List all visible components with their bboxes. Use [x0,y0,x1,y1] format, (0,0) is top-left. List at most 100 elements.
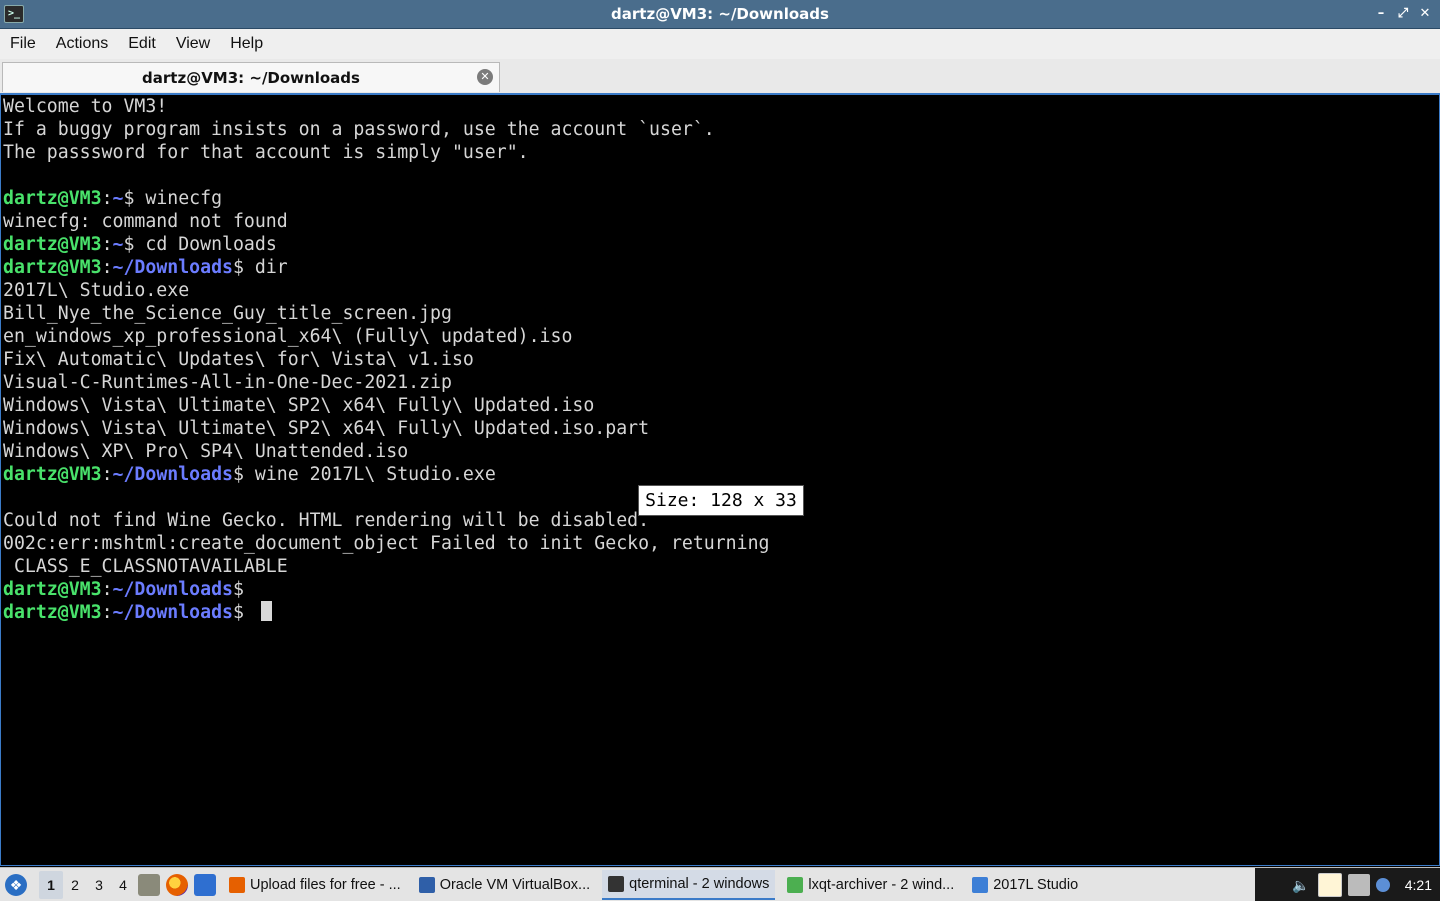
terminal-line: dartz@VM3:~/Downloads$ dir [3,256,770,279]
prompt-user: dartz@VM3 [3,257,102,278]
command-text: cd Downloads [134,234,277,255]
taskbar: ❖ 1 2 3 4 Upload files for free - ... Ora… [0,867,1440,901]
command-text: winecfg [134,188,223,209]
workspace-4[interactable]: 4 [111,871,135,899]
tab-label: dartz@VM3: ~/Downloads [142,68,360,87]
prompt-separator: : [101,579,113,600]
terminal-output[interactable]: Welcome to VM3! If a buggy program insist… [0,95,1440,866]
terminal-line: en_windows_xp_professional_x64\ (Fully\ … [3,326,573,347]
terminal-app-icon: >_ [4,5,24,23]
menu-edit[interactable]: Edit [118,35,166,53]
menu-actions[interactable]: Actions [46,35,118,53]
prompt-path: ~ [112,234,124,255]
terminal-line: Visual-C-Runtimes-All-in-One-Dec-2021.zi… [3,372,452,393]
system-tray: 🔈 [1254,868,1397,901]
prompt-separator: : [101,234,113,255]
prompt-user: dartz@VM3 [3,234,102,255]
terminal-line: dartz@VM3:~/Downloads$ [3,578,770,601]
text-cursor [260,601,272,621]
terminal-line: Windows\ XP\ Pro\ SP4\ Unattended.iso [3,441,409,462]
tab-close-icon[interactable]: ✕ [477,69,493,85]
prompt-separator: : [101,188,113,209]
tab-bar: dartz@VM3: ~/Downloads ✕ [0,59,1440,95]
taskbar-task-label: lxqt-archiver - 2 wind... [808,876,955,893]
terminal-line: Windows\ Vista\ Ultimate\ SP2\ x64\ Full… [3,418,650,439]
start-menu-icon[interactable]: ❖ [5,873,27,896]
menu-bar: File Actions Edit View Help [0,29,1440,59]
workspace-1[interactable]: 1 [39,870,63,899]
terminal-line: dartz@VM3:~/Downloads$ wine 2017L\ Studi… [3,463,770,486]
terminal-line: dartz@VM3:~$ winecfg [3,187,770,210]
archive-icon [787,876,804,893]
window-title: dartz@VM3: ~/Downloads [611,5,829,23]
terminal-line: Windows\ Vista\ Ultimate\ SP2\ x64\ Full… [3,395,595,416]
terminal-icon [608,875,625,892]
prompt-user: dartz@VM3 [3,602,102,623]
taskbar-task[interactable]: Oracle VM VirtualBox... [413,870,596,900]
prompt-separator: : [101,602,113,623]
taskbar-task-label: Oracle VM VirtualBox... [439,876,591,893]
update-notifier-icon[interactable] [1375,877,1390,892]
prompt-user: dartz@VM3 [3,579,102,600]
terminal-line: 002c:err:mshtml:create_document_object F… [3,533,770,554]
taskbar-task[interactable]: 2017L Studio [966,870,1084,900]
menu-help[interactable]: Help [220,35,273,53]
window-titlebar[interactable]: >_ dartz@VM3: ~/Downloads – ⤢ ✕ [0,0,1440,29]
prompt-path: ~/Downloads [112,602,233,623]
prompt-user: dartz@VM3 [3,464,102,485]
workspace-3[interactable]: 3 [87,871,111,899]
prompt-symbol: $ [232,464,244,485]
taskbar-task-label: Upload files for free - ... [250,876,401,893]
prompt-path: ~/Downloads [112,464,233,485]
terminal-line: dartz@VM3:~/Downloads$ [3,601,770,624]
close-icon[interactable]: ✕ [1416,5,1434,23]
taskbar-task[interactable]: qterminal - 2 windows [602,869,776,900]
terminal-line: Welcome to VM3! [3,96,168,117]
workspace-2[interactable]: 2 [63,871,87,899]
terminal-line: Bill_Nye_the_Science_Guy_title_screen.jp… [3,303,452,324]
prompt-path: ~ [112,188,124,209]
terminal-line: If a buggy program insists on a password… [3,119,715,140]
taskbar-task-label: qterminal - 2 windows [629,875,770,892]
size-tooltip: Size: 128 x 33 [638,485,804,516]
minimize-icon[interactable]: – [1372,5,1390,23]
command-text: wine 2017L\ Studio.exe [243,464,496,485]
prompt-separator: : [101,464,113,485]
terminal-line: CLASS_E_CLASSNOTAVAILABLE [3,556,288,577]
terminal-line: 2017L\ Studio.exe [3,280,190,301]
terminal-line: dartz@VM3:~$ cd Downloads [3,233,770,256]
clock[interactable]: 4:21 [1396,868,1440,901]
menu-view[interactable]: View [166,35,220,53]
prompt-symbol: $ [232,602,244,623]
clipboard-icon[interactable] [1317,872,1342,897]
prompt-symbol: $ [232,257,244,278]
prompt-symbol: $ [123,234,135,255]
prompt-user: dartz@VM3 [3,188,102,209]
network-icon[interactable] [1347,873,1370,896]
maximize-icon[interactable]: ⤢ [1394,5,1412,23]
terminal-line: Fix\ Automatic\ Updates\ for\ Vista\ v1.… [3,349,474,370]
terminal-lines: Welcome to VM3! If a buggy program insist… [3,95,770,624]
show-desktop-icon[interactable] [194,873,216,896]
virtualbox-icon [418,876,435,893]
folder-icon [972,876,989,893]
command-text [244,602,255,623]
prompt-symbol: $ [123,188,135,209]
terminal-line: The passsword for that account is simply… [3,142,529,163]
taskbar-task-label: 2017L Studio [993,876,1079,893]
prompt-path: ~/Downloads [112,579,233,600]
taskbar-task[interactable]: lxqt-archiver - 2 wind... [781,870,960,900]
taskbar-task[interactable]: Upload files for free - ... [223,870,407,900]
menu-file[interactable]: File [0,35,46,53]
command-text: dir [243,257,288,278]
prompt-path: ~/Downloads [112,257,233,278]
prompt-separator: : [101,257,113,278]
terminal-tab[interactable]: dartz@VM3: ~/Downloads ✕ [2,62,500,92]
prompt-symbol: $ [232,579,244,600]
terminal-line: winecfg: command not found [3,211,288,232]
file-manager-icon[interactable] [138,873,160,896]
firefox-icon[interactable] [166,873,188,896]
firefox-icon [229,876,245,893]
volume-icon[interactable]: 🔈 [1290,874,1312,896]
